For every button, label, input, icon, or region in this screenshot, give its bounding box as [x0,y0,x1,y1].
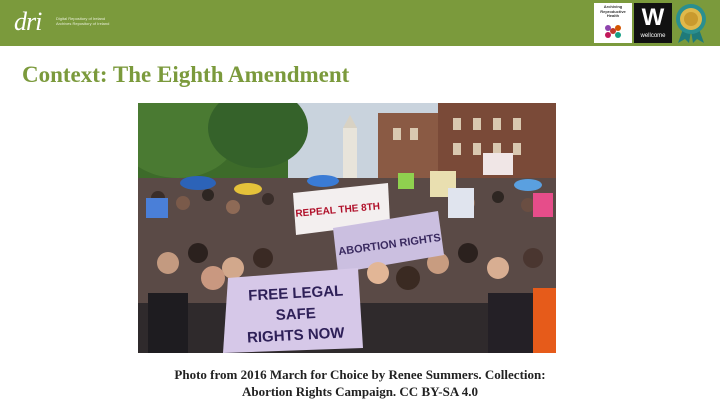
slide-title: Context: The Eighth Amendment [22,62,350,87]
wellcome-label: wellcome [640,33,666,39]
award-medal-logo[interactable] [674,3,708,43]
header-bar: dri Digital Repository of Ireland Archiv… [0,0,720,46]
flower-icon [605,25,621,38]
banner-front-line-2: SAFE [275,305,316,324]
medal-icon [676,4,706,43]
dri-logo-subtitle: Digital Repository of Ireland Archives R… [56,16,120,26]
protest-crowd-image: REPEAL THE 8TH ABORTION RIGHTS FREE LEGA… [138,103,556,353]
caption-line-1: Photo from 2016 March for Choice by Rene… [174,367,546,382]
caption-line-2: Abortion Rights Campaign. CC BY-SA 4.0 [241,384,479,399]
dri-logo-subtitle-line-2: Archives Repository of Ireland [56,21,110,26]
dri-logo-mark: dri [14,7,42,36]
wellcome-mark: W [641,4,665,31]
archiving-reproductive-health-logo[interactable]: Archiving Reproductive Health [594,3,632,43]
photo-caption: Photo from 2016 March for Choice by Rene… [100,366,620,400]
arh-logo-text: Archiving Reproductive Health [600,4,626,18]
wellcome-logo[interactable]: W wellcome [634,3,672,43]
march-for-choice-photo: REPEAL THE 8TH ABORTION RIGHTS FREE LEGA… [138,103,556,353]
